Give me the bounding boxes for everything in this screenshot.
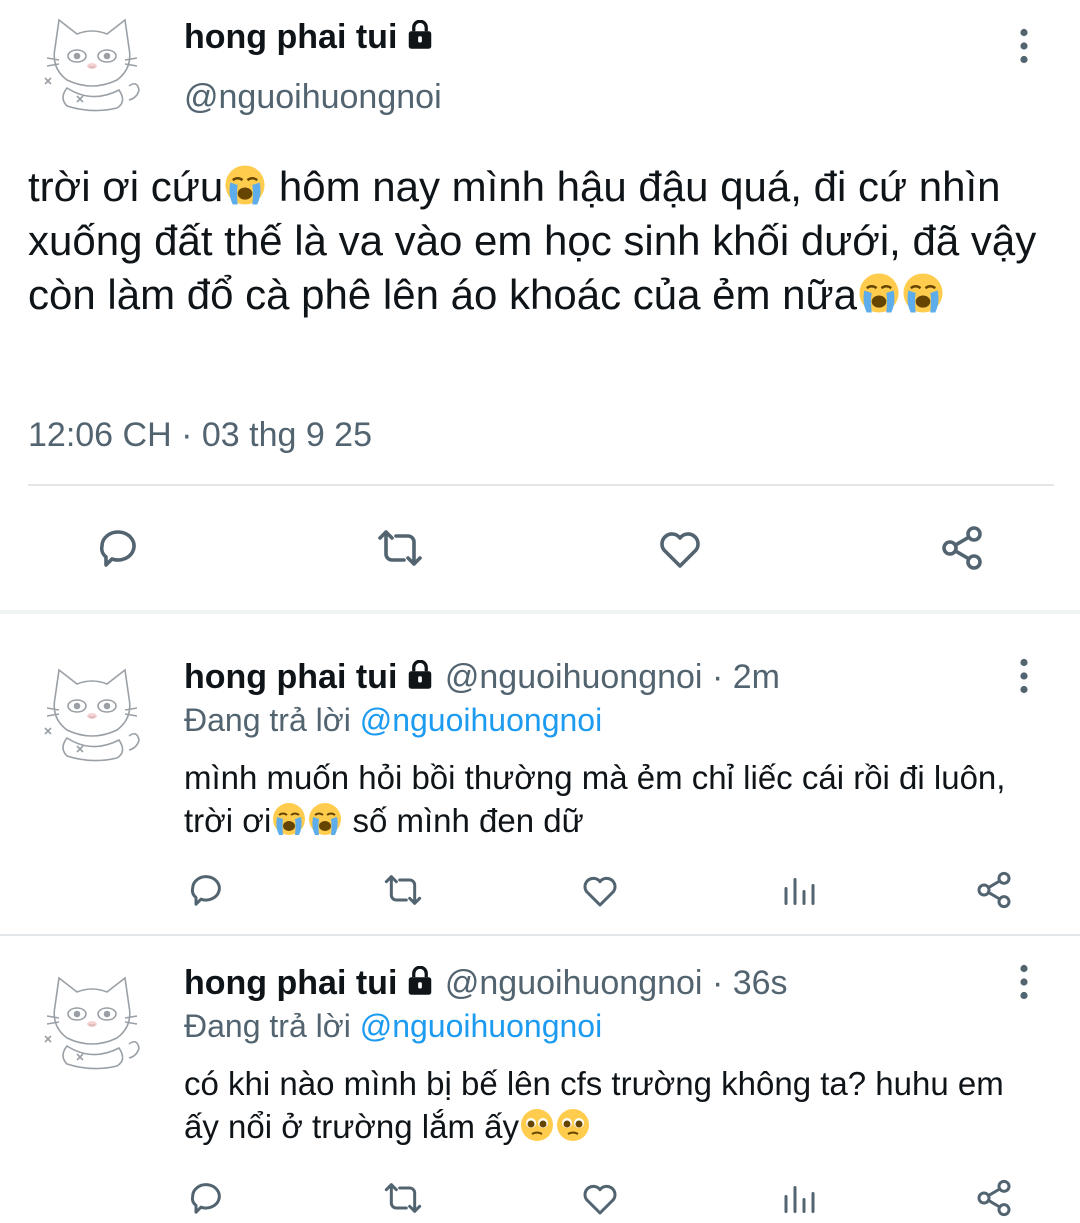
like-icon xyxy=(580,870,620,910)
replying-to: Đang trả lời @nguoihuongnoi xyxy=(184,1008,602,1045)
reply-text-part1: có khi nào mình bị bế lên cfs trường khô… xyxy=(184,1065,1004,1145)
more-options-icon[interactable] xyxy=(1018,28,1030,69)
like-icon xyxy=(580,1178,620,1218)
like-button[interactable] xyxy=(656,524,704,577)
avatar[interactable] xyxy=(32,966,152,1076)
views-button[interactable] xyxy=(780,870,816,915)
reply-text: có khi nào mình bị bế lên cfs trường khô… xyxy=(184,1062,1044,1148)
display-name[interactable]: hong phai tui xyxy=(184,964,397,1002)
tweet-text-part1: trời ơi cứu xyxy=(28,163,224,210)
loudly-crying-face-icon xyxy=(857,271,901,315)
reply-button[interactable] xyxy=(186,870,226,915)
lock-icon xyxy=(405,966,435,996)
reply-button[interactable] xyxy=(94,524,142,577)
replying-to: Đang trả lời @nguoihuongnoi xyxy=(184,702,602,739)
lock-icon xyxy=(405,20,435,50)
reply-button[interactable] xyxy=(186,1178,226,1223)
reply-time: · 36s xyxy=(711,964,788,1002)
display-name[interactable]: hong phai tui xyxy=(184,18,435,57)
display-name-text: hong phai tui xyxy=(184,18,398,56)
handle[interactable]: @nguoihuongnoi xyxy=(184,78,442,117)
share-button[interactable] xyxy=(938,524,986,577)
reply-header: hong phai tui @nguoihuongnoi · 2m xyxy=(184,658,780,697)
like-button[interactable] xyxy=(580,870,620,915)
retweet-button[interactable] xyxy=(380,870,426,915)
retweet-button[interactable] xyxy=(380,1178,426,1223)
views-button[interactable] xyxy=(780,1178,816,1223)
reply-icon xyxy=(186,870,226,910)
pleading-face-icon xyxy=(555,1107,591,1143)
more-options-icon[interactable] xyxy=(1018,658,1030,699)
replying-label: Đang trả lời xyxy=(184,1008,351,1044)
share-button[interactable] xyxy=(974,870,1014,915)
timestamp[interactable]: 12:06 CH · 03 thg 9 25 xyxy=(28,416,372,455)
avatar[interactable] xyxy=(32,8,152,118)
loudly-crying-face-icon xyxy=(307,801,343,837)
handle[interactable]: @nguoihuongnoi xyxy=(445,964,703,1002)
divider xyxy=(28,484,1054,486)
reply-header: hong phai tui @nguoihuongnoi · 36s xyxy=(184,964,788,1003)
tweet-text: trời ơi cứu hôm nay mình hậu đậu quá, đi… xyxy=(28,160,1058,322)
handle[interactable]: @nguoihuongnoi xyxy=(445,658,703,696)
retweet-button[interactable] xyxy=(372,524,428,577)
reply-text: mình muốn hỏi bồi thường mà ẻm chỉ liếc … xyxy=(184,756,1044,842)
share-icon xyxy=(974,870,1014,910)
lock-icon xyxy=(405,660,435,690)
reply-icon xyxy=(94,524,142,572)
views-icon xyxy=(780,870,816,910)
replying-to-link[interactable]: @nguoihuongnoi xyxy=(360,1008,602,1044)
replying-label: Đang trả lời xyxy=(184,702,351,738)
reply-time: · 2m xyxy=(711,658,780,696)
share-icon xyxy=(974,1178,1014,1218)
retweet-icon xyxy=(380,870,426,910)
reply-text-part2: số mình đen dữ xyxy=(343,802,584,839)
avatar[interactable] xyxy=(32,658,152,768)
like-button[interactable] xyxy=(580,1178,620,1223)
display-name[interactable]: hong phai tui xyxy=(184,658,397,696)
like-icon xyxy=(656,524,704,572)
share-button[interactable] xyxy=(974,1178,1014,1223)
more-options-icon[interactable] xyxy=(1018,964,1030,1005)
retweet-icon xyxy=(380,1178,426,1218)
section-divider xyxy=(0,610,1080,614)
loudly-crying-face-icon xyxy=(271,801,307,837)
views-icon xyxy=(780,1178,816,1218)
share-icon xyxy=(938,524,986,572)
replying-to-link[interactable]: @nguoihuongnoi xyxy=(360,702,602,738)
reply-icon xyxy=(186,1178,226,1218)
divider xyxy=(0,934,1080,936)
retweet-icon xyxy=(372,524,428,572)
pleading-face-icon xyxy=(519,1107,555,1143)
loudly-crying-face-icon xyxy=(901,271,945,315)
loudly-crying-face-icon xyxy=(223,163,267,207)
